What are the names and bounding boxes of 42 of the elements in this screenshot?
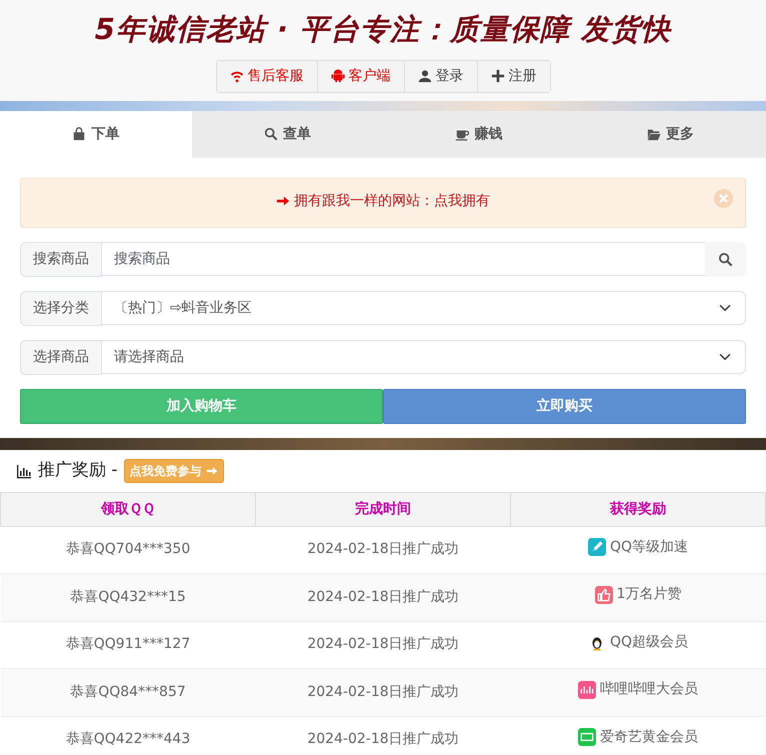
table-cell: 2024-02-18日推广成功 <box>256 668 510 716</box>
header-button[interactable]: 登录 <box>404 60 478 92</box>
arrow-icon <box>206 464 218 477</box>
banner-title: 5年诚信老站 · 平台专注：质量保障 发货快 <box>94 11 673 48</box>
table-cell: 2024-02-18日推广成功 <box>256 716 510 755</box>
select-field[interactable]: 请选择商品 <box>101 340 746 374</box>
select-field[interactable]: 〔热门〕⇨蚪音业务区 <box>101 291 746 325</box>
search-icon <box>718 252 733 267</box>
column-header: 领取ＱＱ <box>0 492 256 526</box>
header-button[interactable]: 售后客服 <box>216 60 318 92</box>
header-button[interactable]: 注册 <box>478 60 550 92</box>
header-button[interactable]: 客户端 <box>318 60 404 92</box>
column-header: 获得奖励 <box>510 492 766 526</box>
arrow-icon <box>276 194 290 208</box>
notice-link[interactable]: 拥有跟我一样的网站：点我拥有 <box>294 190 490 212</box>
search-button[interactable] <box>705 242 746 277</box>
table-cell: 2024-02-18日推广成功 <box>256 574 510 621</box>
search-icon <box>264 127 278 141</box>
android-icon <box>330 69 344 83</box>
field-label: 搜索商品 <box>20 242 102 277</box>
section-title: 推广奖励 - <box>38 459 118 482</box>
reward-text: QQ超级会员 <box>610 632 688 652</box>
buy-now-button[interactable]: 立即购买 <box>383 389 746 424</box>
field-label: 选择分类 <box>20 291 102 326</box>
plus-icon <box>490 69 504 83</box>
reward-text: 1万名片赞 <box>616 585 682 604</box>
reward-text: QQ等级加速 <box>610 538 688 556</box>
wifi-icon <box>230 69 244 83</box>
field-label: 选择商品 <box>20 340 102 375</box>
table-cell: 恭喜QQ84***857 <box>0 668 256 716</box>
bar-chart-icon <box>16 462 32 479</box>
column-header: 完成时间 <box>256 492 510 526</box>
reward-text: 哔哩哔哩大会员 <box>600 680 698 699</box>
tab[interactable]: 更多 <box>574 110 766 158</box>
table-cell: 恭喜QQ432***15 <box>0 574 256 621</box>
tab[interactable]: 查单 <box>192 110 383 158</box>
tab[interactable]: 赚钱 <box>383 110 574 158</box>
table-cell: 恭喜QQ422***443 <box>0 716 256 755</box>
folder-icon <box>646 127 661 141</box>
reward-text: 爱奇艺黄金会员 <box>600 728 698 746</box>
user-icon <box>418 69 432 83</box>
search-field[interactable]: 搜索商品 <box>101 242 706 276</box>
